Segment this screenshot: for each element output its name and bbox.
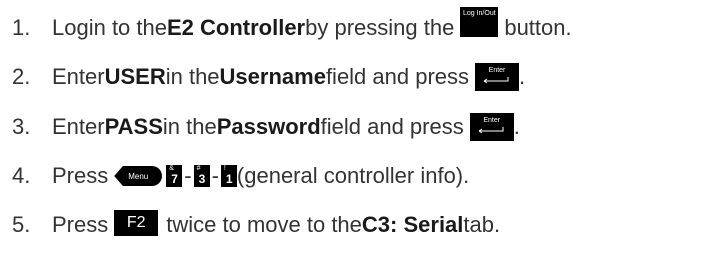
key-separator: - bbox=[211, 163, 219, 188]
username-value: USER bbox=[104, 64, 166, 89]
step-text: by pressing the bbox=[305, 15, 455, 40]
login-key-label: Log In/Out bbox=[462, 10, 496, 17]
username-field-name: Username bbox=[219, 64, 326, 89]
step-text: . bbox=[513, 114, 520, 139]
enter-arrow-icon bbox=[478, 127, 504, 134]
enter-key-icon: Enter bbox=[475, 63, 520, 91]
enter-arrow-icon bbox=[483, 77, 509, 84]
menu-key-icon: Menu bbox=[114, 166, 163, 186]
step-number: 1. bbox=[12, 15, 31, 40]
step-2: 2. Enter USER in the Username field and … bbox=[0, 57, 525, 97]
step-text: in the bbox=[162, 114, 217, 139]
step-text: Enter bbox=[52, 114, 105, 139]
password-value: PASS bbox=[104, 114, 163, 139]
step-3: 3. Enter PASS in the Password field and … bbox=[0, 107, 520, 147]
step-text: Login to the bbox=[52, 15, 167, 40]
step-text: . bbox=[519, 64, 526, 89]
instruction-steps: 1. Login to the E2 Controller by pressin… bbox=[0, 0, 704, 260]
step-text: Enter bbox=[52, 64, 105, 89]
step-number: 3. bbox=[12, 114, 31, 139]
login-key-icon: Log In/Out bbox=[460, 7, 499, 37]
f2-key-label: F2 bbox=[126, 214, 146, 231]
step-text: twice to move to the bbox=[166, 212, 362, 237]
key-digit: 7 bbox=[171, 172, 178, 186]
step-number: 4. bbox=[12, 163, 31, 188]
menu-key-label: Menu bbox=[128, 171, 149, 181]
step-number: 5. bbox=[12, 212, 31, 237]
step-text: Press bbox=[52, 163, 109, 188]
key-digit: 1 bbox=[225, 172, 233, 186]
step-text: field and press bbox=[325, 64, 470, 89]
step-4: 4. Press Menu & 7 - # 3 - ! 1 (general c… bbox=[0, 156, 469, 196]
key-3-icon: # 3 bbox=[193, 165, 210, 187]
step-text: button. bbox=[504, 15, 572, 40]
tab-name: C3: Serial bbox=[361, 212, 464, 237]
step-number: 2. bbox=[12, 64, 31, 89]
step-5: 5. Press F2 twice to move to the C3: Ser… bbox=[0, 205, 500, 245]
key-separator: - bbox=[184, 163, 192, 188]
key-symbol: ! bbox=[223, 165, 226, 172]
step-text: field and press bbox=[320, 114, 464, 139]
key-1-icon: ! 1 bbox=[220, 165, 237, 187]
key-7-icon: & 7 bbox=[166, 165, 183, 187]
step-1: 1. Login to the E2 Controller by pressin… bbox=[0, 7, 572, 48]
step-text: in the bbox=[165, 64, 220, 89]
f2-key-icon: F2 bbox=[114, 210, 159, 236]
step-text: Press bbox=[52, 212, 109, 237]
password-field-name: Password bbox=[216, 114, 321, 139]
enter-key-label: Enter bbox=[483, 117, 501, 124]
step-text: tab. bbox=[463, 212, 501, 237]
key-symbol: & bbox=[169, 165, 174, 172]
key-symbol: # bbox=[196, 165, 201, 172]
controller-name: E2 Controller bbox=[166, 15, 306, 40]
enter-key-label: Enter bbox=[488, 67, 506, 74]
key-digit: 3 bbox=[198, 172, 206, 186]
enter-key-icon: Enter bbox=[469, 113, 514, 141]
step-text: (general controller info). bbox=[236, 163, 470, 188]
